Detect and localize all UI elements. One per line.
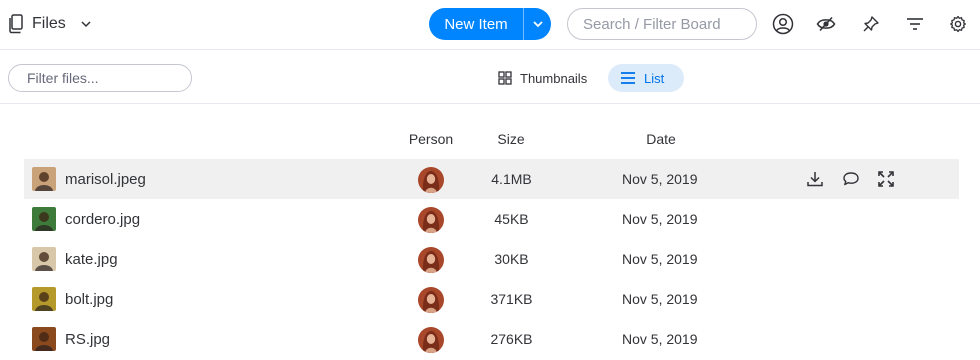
download-icon[interactable] — [805, 169, 825, 189]
file-name[interactable]: cordero.jpg — [65, 211, 140, 228]
account-icon[interactable] — [771, 12, 795, 36]
file-date: Nov 5, 2019 — [622, 331, 698, 347]
pin-icon[interactable] — [859, 12, 883, 36]
list-label: List — [644, 70, 665, 86]
file-name[interactable]: bolt.jpg — [65, 291, 113, 308]
board-title-menu[interactable]: Files — [8, 12, 92, 36]
file-date: Nov 5, 2019 — [622, 211, 698, 227]
file-thumbnail[interactable] — [32, 167, 56, 191]
column-header-date: Date — [646, 131, 676, 147]
filter-icon[interactable] — [903, 12, 927, 36]
file-thumbnail[interactable] — [32, 207, 56, 231]
column-header-size: Size — [497, 131, 525, 147]
column-header-person: Person — [408, 131, 454, 147]
thumbnails-view-button[interactable]: Thumbnails — [486, 64, 599, 92]
filter-files-input[interactable] — [8, 64, 192, 92]
table-row[interactable]: bolt.jpg 371KB Nov 5, 2019 — [24, 279, 959, 319]
chevron-down-icon — [80, 18, 92, 30]
file-size: 4.1MB — [491, 171, 532, 187]
person-avatar[interactable] — [418, 287, 444, 313]
file-thumbnail[interactable] — [32, 327, 56, 351]
thumbnails-label: Thumbnails — [520, 70, 588, 86]
file-size: 30KB — [494, 251, 529, 267]
person-avatar[interactable] — [418, 167, 444, 193]
table-row[interactable]: kate.jpg 30KB Nov 5, 2019 — [24, 239, 959, 279]
file-size: 276KB — [490, 331, 533, 347]
expand-icon[interactable] — [876, 169, 896, 189]
board-title: Files — [32, 15, 66, 32]
list-view-button[interactable]: List — [608, 64, 684, 92]
person-avatar[interactable] — [418, 207, 444, 233]
file-date: Nov 5, 2019 — [622, 171, 698, 187]
new-item-dropdown[interactable] — [524, 18, 551, 30]
new-item-button-group: New Item — [429, 8, 551, 40]
file-date: Nov 5, 2019 — [622, 251, 698, 267]
comment-icon[interactable] — [841, 169, 861, 189]
file-name[interactable]: RS.jpg — [65, 331, 110, 348]
file-name[interactable]: kate.jpg — [65, 251, 118, 268]
file-size: 371KB — [490, 291, 533, 307]
files-icon — [8, 14, 24, 34]
file-thumbnail[interactable] — [32, 247, 56, 271]
top-bar: Files New Item — [0, 0, 980, 50]
eye-off-icon[interactable] — [814, 12, 838, 36]
file-thumbnail[interactable] — [32, 287, 56, 311]
settings-icon[interactable] — [946, 12, 970, 36]
file-size: 45KB — [494, 211, 529, 227]
list-icon — [621, 72, 635, 84]
file-name[interactable]: marisol.jpeg — [65, 171, 146, 188]
table-row[interactable]: marisol.jpeg 4.1MB Nov 5, 2019 — [24, 159, 959, 199]
search-input[interactable] — [567, 8, 757, 40]
new-item-button[interactable]: New Item — [429, 16, 523, 33]
person-avatar[interactable] — [418, 247, 444, 273]
files-toolbar: Thumbnails List — [0, 51, 980, 104]
chevron-down-icon — [532, 21, 543, 28]
table-row[interactable]: RS.jpg 276KB Nov 5, 2019 — [24, 319, 959, 359]
person-avatar[interactable] — [418, 327, 444, 353]
file-date: Nov 5, 2019 — [622, 291, 698, 307]
table-row[interactable]: cordero.jpg 45KB Nov 5, 2019 — [24, 199, 959, 239]
grid-icon — [498, 71, 512, 85]
